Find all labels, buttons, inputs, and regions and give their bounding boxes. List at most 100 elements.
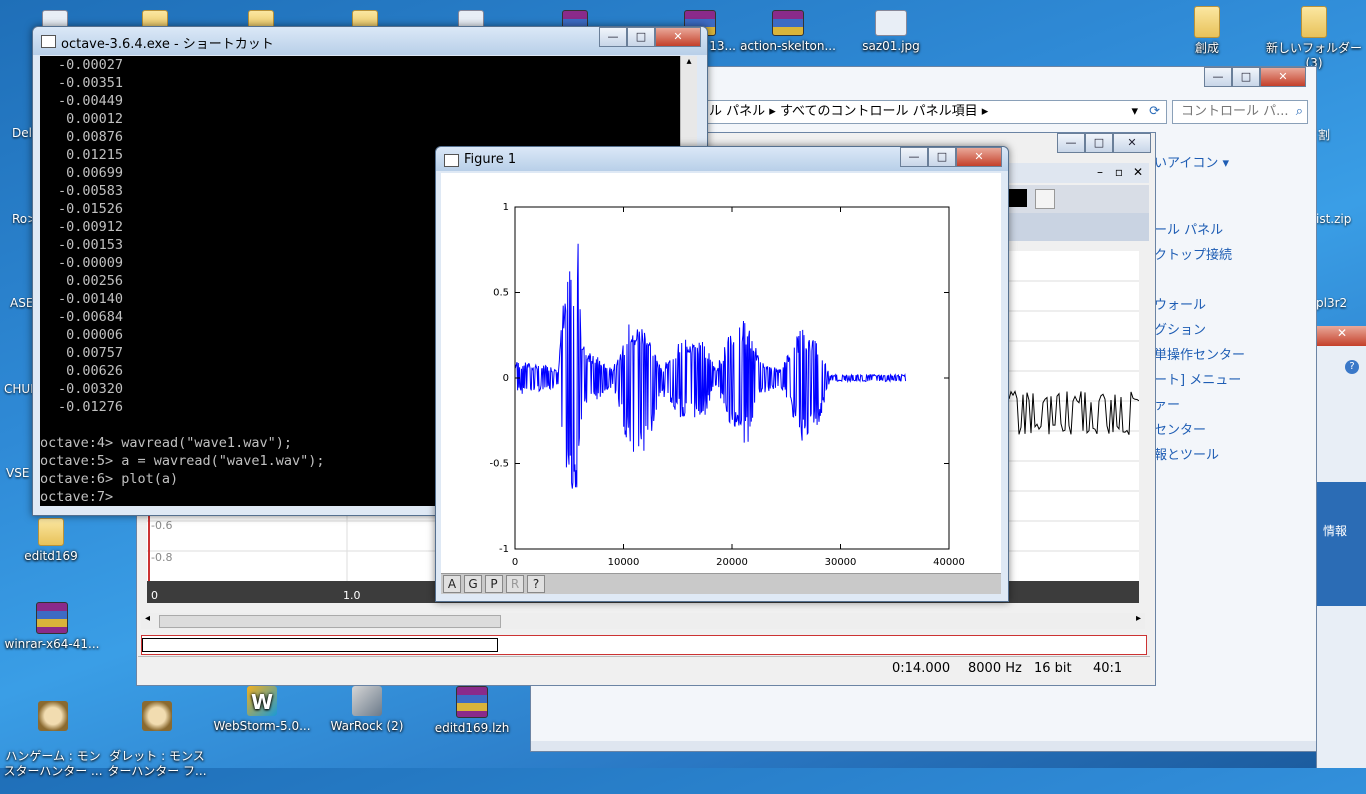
side-link[interactable]: ール パネル <box>1154 219 1223 238</box>
maximize-button[interactable]: □ <box>1232 67 1260 87</box>
minimize-icon[interactable]: – <box>1097 165 1103 179</box>
toolbar-strip <box>1007 213 1149 241</box>
desktop-edge-label[interactable]: 割 <box>1318 126 1330 143</box>
scrollbar-thumb[interactable] <box>159 615 501 628</box>
figure-app-icon <box>444 154 459 167</box>
progress-area <box>141 635 1147 655</box>
pan-button[interactable]: P <box>485 575 503 593</box>
console-value-line: -0.00351 <box>58 75 124 91</box>
close-button[interactable]: ✕ <box>956 147 1002 167</box>
minimize-button[interactable]: — <box>599 27 627 47</box>
desktop-edge-label[interactable]: VSE <box>6 466 29 480</box>
search-icon[interactable]: ⌕ <box>1296 101 1303 123</box>
color-swatch-white[interactable] <box>1035 189 1055 209</box>
side-link[interactable]: ート] メニュー <box>1154 369 1241 388</box>
maximize-button[interactable]: □ <box>1085 133 1113 153</box>
window-controls: — □ ✕ <box>900 147 1002 167</box>
side-link[interactable]: グション <box>1154 319 1206 338</box>
console-value-line: -0.00027 <box>58 57 124 73</box>
desktop-icon-label: 創成 <box>1194 41 1219 55</box>
close-icon[interactable]: ✕ <box>1133 165 1143 179</box>
rotate-button[interactable]: R <box>506 575 524 593</box>
y-tick-label: -1 <box>499 544 509 555</box>
address-bar[interactable]: ル パネル ▸ すべてのコントロール パネル項目 ▸ ▾ ⟳ <box>700 100 1167 124</box>
breadcrumb-item[interactable]: ル パネル <box>709 104 765 119</box>
x-tick-label: 40000 <box>933 557 965 568</box>
minimize-button[interactable]: — <box>1057 133 1085 153</box>
desktop-icon-hangame-mh[interactable]: ハンゲーム : モン スターハンター ... <box>2 686 104 794</box>
figure-toolbar: A G P R? <box>441 573 1001 594</box>
desktop-icon-label: editd169.lzh <box>434 721 510 735</box>
desktop-icon-action-skelton[interactable]: action-skelton... <box>738 10 838 54</box>
desktop-edge-label[interactable]: pl3r2 <box>1316 296 1347 310</box>
desktop-edge-label[interactable]: ASE <box>10 296 33 310</box>
desktop-icon-warrock[interactable]: WarRock (2) <box>320 686 414 734</box>
titlebar: octave-3.6.4.exe - ショートカット — □ ✕ <box>33 27 707 55</box>
desktop-icon-saz01[interactable]: saz01.jpg <box>846 10 936 54</box>
window-controls: — □ ✕ <box>1057 133 1151 153</box>
search-placeholder: コントロール パ... <box>1181 104 1289 119</box>
refresh-icon[interactable]: ⟳ <box>1149 101 1160 123</box>
restore-icon[interactable]: ▫ <box>1115 165 1123 179</box>
ruler-label: 0 <box>151 589 158 602</box>
desktop-icon-label: WebStorm-5.0... <box>213 719 311 733</box>
autoscale-button[interactable]: A <box>443 575 461 593</box>
desktop-icon-new-folder[interactable]: 新しいフォルダー (3) <box>1262 6 1366 71</box>
series-line <box>514 243 907 489</box>
color-swatch-black[interactable] <box>1009 189 1027 207</box>
maximize-button[interactable]: □ <box>627 27 655 47</box>
scroll-right-icon[interactable]: ▸ <box>1136 613 1141 624</box>
status-bar: 0:14.000 8000 Hz 16 bit 40:1 <box>138 656 1150 681</box>
side-link[interactable]: クトップ接続 <box>1154 244 1232 263</box>
chevron-right-icon: ▸ <box>769 104 780 119</box>
close-button[interactable]: ✕ <box>1260 67 1306 87</box>
desktop-icon-dalet-mh[interactable]: ダレット : モンス ターハンター フ... <box>106 686 208 794</box>
status-bit-depth: 16 bit <box>1034 661 1072 676</box>
chevron-right-icon: ▸ <box>981 104 989 119</box>
side-link[interactable]: センター <box>1154 419 1206 438</box>
dropdown-icon[interactable]: ▾ <box>1131 101 1138 123</box>
desktop-icon-winrar[interactable]: winrar-x64-41... <box>2 602 102 652</box>
help-button[interactable]: ? <box>527 575 545 593</box>
figure-window: Figure 1 — □ ✕ 0 10000 20000 30000 40000 -1 -0… <box>435 146 1009 602</box>
scroll-up-icon[interactable]: ▴ <box>681 56 697 67</box>
plot-canvas[interactable]: 0 10000 20000 30000 40000 -1 -0.5 0 0.5 1 <box>441 173 1001 573</box>
help-icon[interactable]: ? <box>1345 360 1359 374</box>
desktop-icon-editd169[interactable]: editd169 <box>6 518 96 564</box>
desktop-icon-label: ハンゲーム : モン スターハンター ... <box>3 749 103 778</box>
folder-icon <box>1194 6 1220 38</box>
window-controls: — □ ✕ <box>599 27 701 47</box>
side-link[interactable]: ァー <box>1154 394 1180 413</box>
side-link[interactable]: 単操作センター <box>1154 344 1245 363</box>
game-icon <box>38 701 68 731</box>
close-button[interactable]: ✕ <box>1113 133 1151 153</box>
desktop-edge-label[interactable]: ist.zip <box>1316 212 1351 226</box>
desktop-edge-label[interactable]: CHUI <box>4 382 34 396</box>
horizontal-scrollbar[interactable]: ◂ ▸ <box>141 613 1145 629</box>
folder-icon <box>38 518 64 546</box>
y-tick-label: 0.5 <box>493 288 509 299</box>
color-toolbar <box>1007 185 1149 213</box>
desktop-icon-editd169-lzh[interactable]: editd169.lzh <box>424 686 520 736</box>
desktop-icon-sousei[interactable]: 創成 <box>1162 6 1252 56</box>
desktop-icon-webstorm[interactable]: W WebStorm-5.0... <box>212 686 312 734</box>
console-value-line: 0.00012 <box>58 111 124 127</box>
maximize-button[interactable]: □ <box>928 147 956 167</box>
grid-button[interactable]: G <box>464 575 482 593</box>
minimize-button[interactable]: — <box>900 147 928 167</box>
desktop-icon-label: ダレット : モンス ターハンター フ... <box>107 749 207 778</box>
side-link[interactable]: 報とツール <box>1154 444 1219 463</box>
search-input[interactable]: コントロール パ... ⌕ <box>1172 100 1308 124</box>
close-button[interactable]: ✕ <box>655 27 701 47</box>
side-window: ✕ ? 情報 <box>1316 326 1366 768</box>
view-dropdown[interactable]: いアイコン ▾ <box>1154 152 1229 171</box>
close-icon[interactable]: ✕ <box>1317 326 1366 346</box>
side-panel: 情報 <box>1317 482 1366 606</box>
desktop-icon-label: editd169 <box>24 549 78 563</box>
breadcrumb-item[interactable]: すべてのコントロール パネル項目 <box>780 104 978 119</box>
side-link[interactable]: ウォール <box>1154 294 1206 313</box>
minimize-button[interactable]: — <box>1204 67 1232 87</box>
desktop-icon-label: WarRock (2) <box>330 719 404 733</box>
scroll-left-icon[interactable]: ◂ <box>145 613 150 624</box>
desktop-edge-label[interactable]: Del <box>12 126 32 140</box>
